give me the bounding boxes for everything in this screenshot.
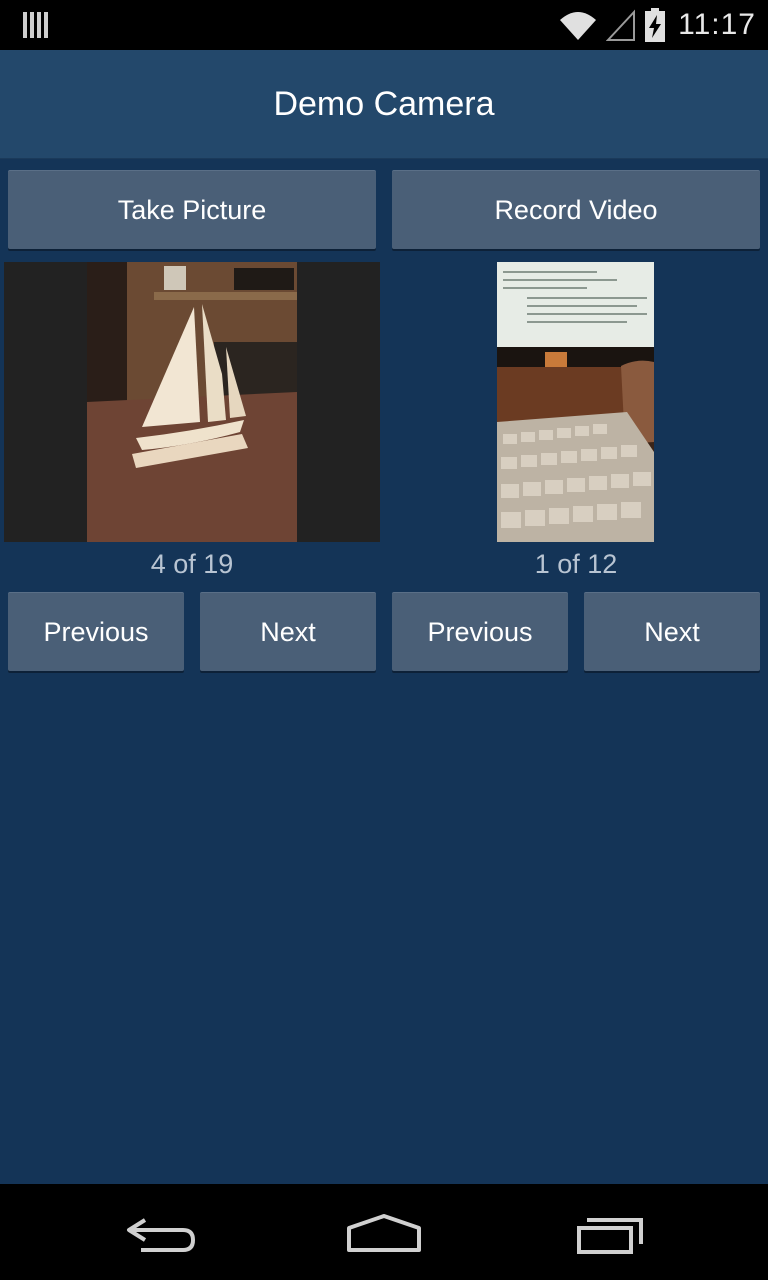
video-counter: 1 of 12 — [534, 549, 618, 579]
app-bar: Demo Camera — [0, 50, 768, 159]
battery-charging-icon — [645, 8, 666, 42]
take-picture-button[interactable]: Take Picture — [8, 170, 376, 249]
keyboard-desk-image — [497, 262, 654, 542]
recent-apps-icon[interactable] — [565, 1204, 655, 1260]
signal-bars-icon — [23, 12, 48, 38]
photo-previous-button[interactable]: Previous — [8, 592, 184, 671]
cell-signal-icon — [606, 9, 636, 41]
photo-counter: 4 of 19 — [150, 549, 234, 579]
status-bar: 11:17 — [0, 0, 768, 50]
back-icon[interactable] — [115, 1204, 205, 1260]
app-title: Demo Camera — [273, 84, 495, 123]
home-icon[interactable] — [339, 1204, 429, 1260]
sailboat-image — [87, 262, 297, 542]
system-nav-bar — [0, 1184, 768, 1280]
photo-thumbnail[interactable] — [4, 262, 380, 542]
video-next-button[interactable]: Next — [584, 592, 760, 671]
photo-next-button[interactable]: Next — [200, 592, 376, 671]
wifi-icon — [560, 12, 597, 40]
video-thumbnail[interactable] — [497, 262, 654, 542]
record-video-button[interactable]: Record Video — [392, 170, 760, 249]
video-previous-button[interactable]: Previous — [392, 592, 568, 671]
clock: 11:17 — [678, 8, 756, 41]
